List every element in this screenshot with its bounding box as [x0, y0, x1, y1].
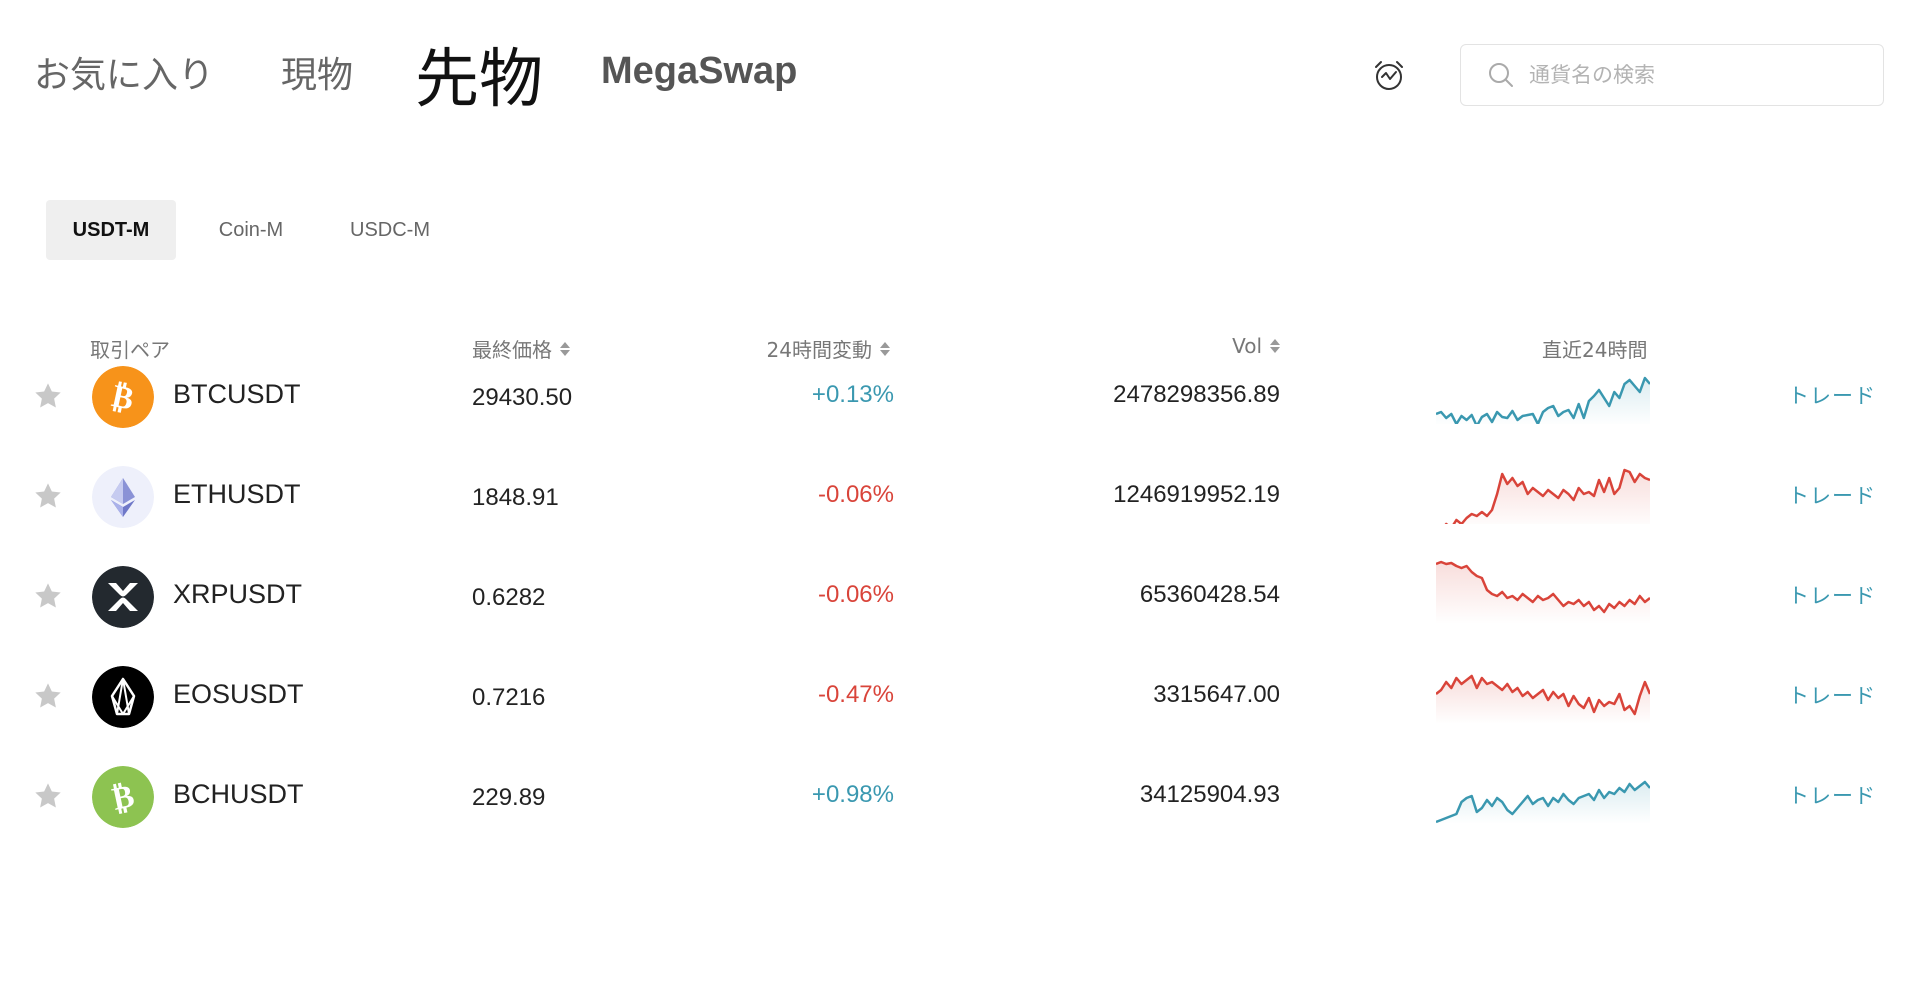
sparkline-chart: [1436, 780, 1650, 824]
tab-favorites[interactable]: お気に入り: [34, 46, 214, 98]
ethereum-icon: [92, 466, 154, 528]
tab-futures[interactable]: 先物: [415, 28, 543, 120]
favorite-star-icon[interactable]: [32, 780, 64, 812]
sparkline-chart: [1436, 560, 1650, 624]
sparkline-chart: [1436, 674, 1650, 724]
trade-link[interactable]: トレード: [1788, 780, 1876, 810]
favorite-star-icon[interactable]: [32, 380, 64, 412]
favorite-star-icon[interactable]: [32, 680, 64, 712]
last-price: 0.7216: [472, 684, 546, 711]
tab-megaswap[interactable]: MegaSwap: [601, 50, 797, 93]
last-price: 0.6282: [472, 584, 546, 611]
bitcoin-cash-icon: ₿: [92, 766, 154, 828]
pair-name: BTCUSDT: [173, 379, 301, 409]
subtab-usdc-m[interactable]: USDC-M: [330, 200, 450, 260]
pair-name: XRPUSDT: [173, 579, 303, 609]
change-24h: -0.47%: [817, 681, 894, 708]
change-24h: -0.06%: [817, 581, 894, 608]
favorite-star-icon[interactable]: [32, 580, 64, 612]
search-box[interactable]: [1460, 44, 1884, 106]
trade-link[interactable]: トレード: [1788, 580, 1876, 610]
volume: 1246919952.19: [1113, 481, 1280, 508]
pair-name: ETHUSDT: [173, 479, 301, 509]
tab-spot[interactable]: 現物: [281, 46, 353, 98]
trade-link[interactable]: トレード: [1788, 680, 1876, 710]
subtab-usdt-m[interactable]: USDT-M: [46, 200, 176, 260]
price-alert-icon[interactable]: [1372, 58, 1406, 92]
sparkline-chart: [1436, 468, 1650, 524]
volume: 65360428.54: [1139, 581, 1280, 608]
last-price: 229.89: [472, 784, 546, 811]
pair-name: BCHUSDT: [173, 779, 304, 809]
search-input[interactable]: [1527, 62, 1851, 88]
change-24h: +0.13%: [811, 381, 894, 408]
last-price: 29430.50: [472, 384, 573, 411]
sparkline-chart: [1436, 376, 1650, 424]
eos-icon: [92, 666, 154, 728]
xrp-icon: [92, 566, 154, 628]
trade-link[interactable]: トレード: [1788, 380, 1876, 410]
volume: 3315647.00: [1153, 681, 1280, 708]
volume: 34125904.93: [1139, 781, 1280, 808]
change-24h: -0.06%: [817, 481, 894, 508]
bitcoin-icon: ₿: [92, 366, 154, 428]
change-24h: +0.98%: [811, 781, 894, 808]
volume: 2478298356.89: [1113, 381, 1280, 408]
sparkline-area: [1436, 676, 1650, 724]
last-price: 1848.91: [472, 484, 559, 511]
trade-link[interactable]: トレード: [1788, 480, 1876, 510]
search-icon: [1489, 63, 1513, 87]
favorite-star-icon[interactable]: [32, 480, 64, 512]
pair-name: EOSUSDT: [173, 679, 304, 709]
sparkline-area: [1436, 562, 1650, 624]
table-row-bchusdt[interactable]: ₿ BCHUSDT 229.89 +0.98% 34125904.93 トレード: [0, 736, 1920, 860]
subtab-coin-m[interactable]: Coin-M: [196, 200, 306, 260]
top-nav: お気に入り 現物 先物 MegaSwap: [0, 0, 1920, 140]
